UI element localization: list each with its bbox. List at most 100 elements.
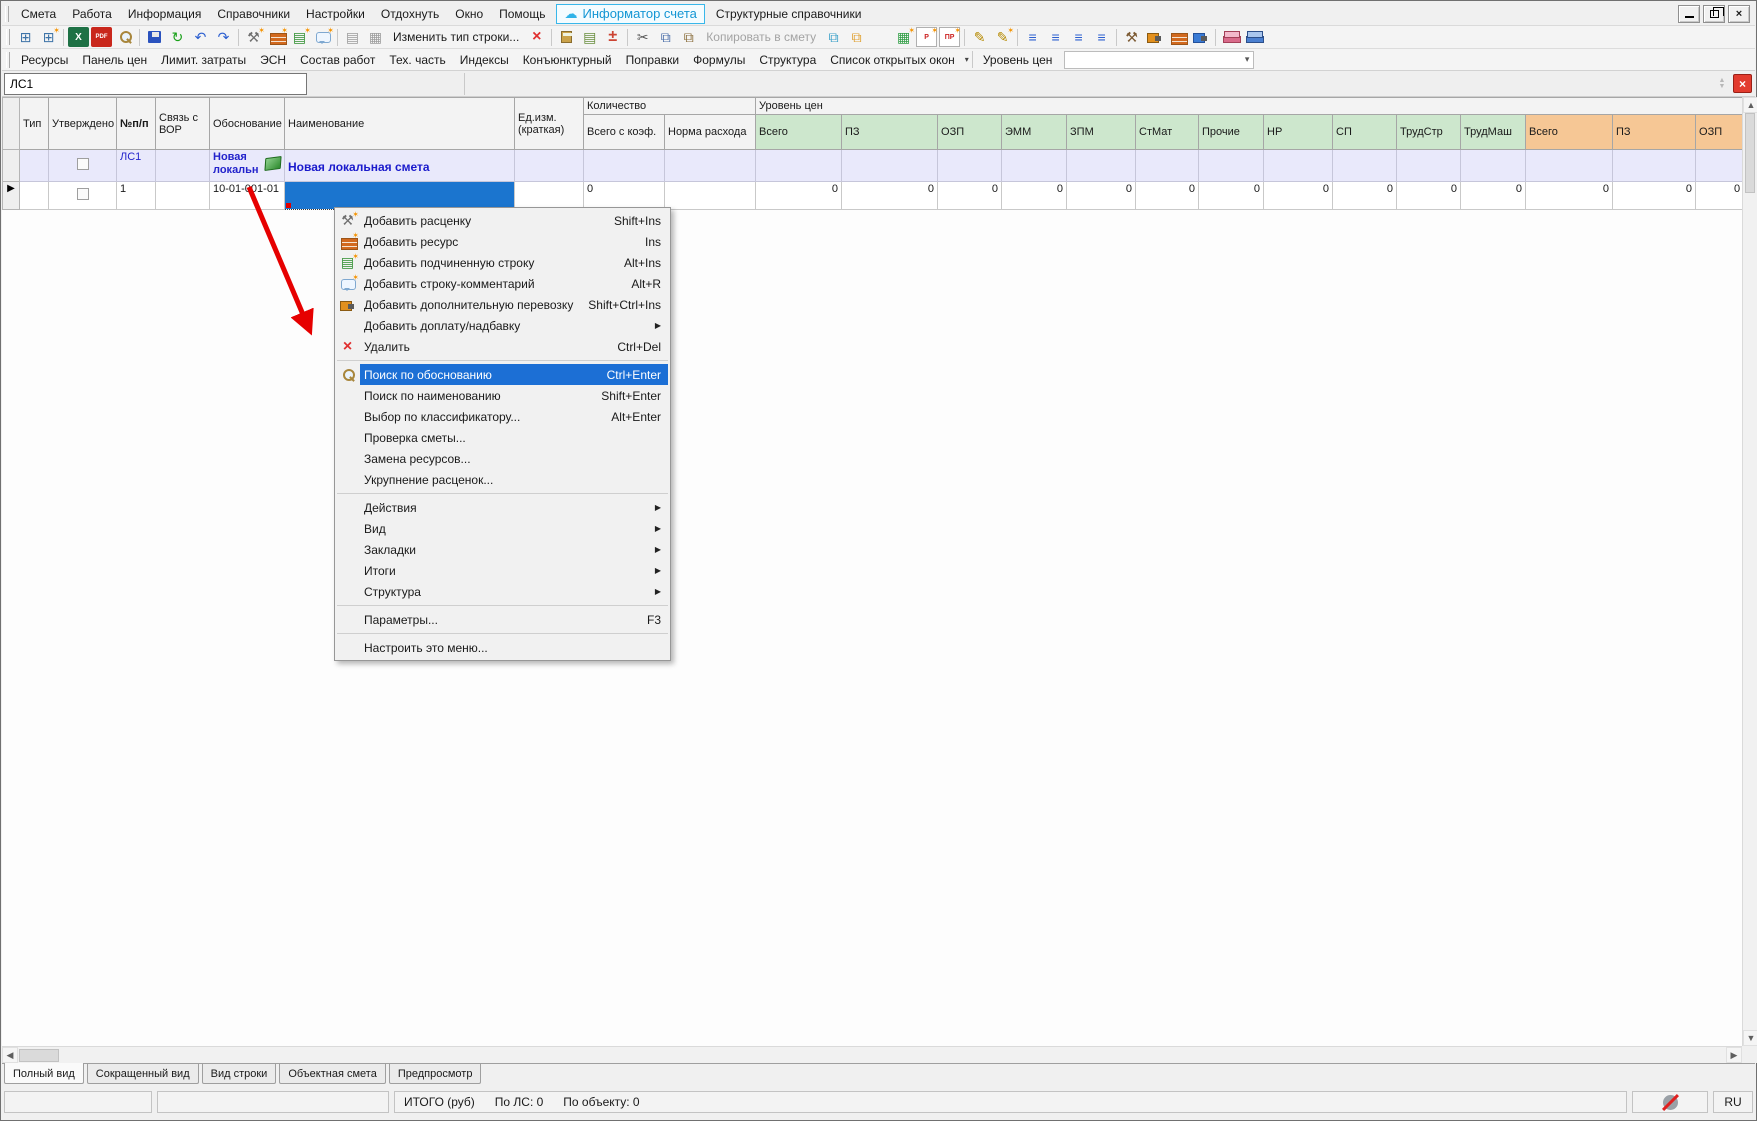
tab-2[interactable]: Вид строки [202, 1064, 277, 1084]
approved-checkbox[interactable] [77, 188, 89, 200]
cell-vor-row1[interactable] [156, 182, 210, 210]
cell-trudstr-row1[interactable]: 0 [1397, 182, 1461, 210]
menu-item-1[interactable]: Работа [64, 3, 120, 25]
cell-total2-row0[interactable] [1526, 150, 1613, 182]
edit-list-remove-icon[interactable]: ✎✶ [992, 27, 1013, 47]
cell-unit-row0[interactable] [515, 150, 584, 182]
scroll-left-icon[interactable]: ◀ [2, 1047, 18, 1063]
cell-stmat-row0[interactable] [1136, 150, 1199, 182]
cell-total-row0[interactable] [756, 150, 842, 182]
column-header-num[interactable]: №п/п [117, 98, 156, 150]
scroll-right-icon[interactable]: ▶ [1726, 1047, 1742, 1063]
param-p-icon[interactable]: P✶ [916, 27, 937, 47]
pdf-export-icon[interactable]: PDF [91, 27, 112, 47]
delete-row-icon[interactable]: × [526, 27, 547, 47]
cell-emm-row1[interactable]: 0 [1002, 182, 1067, 210]
cell-sp-row0[interactable] [1333, 150, 1397, 182]
cell-pz2-row1[interactable]: 0 [1613, 182, 1696, 210]
cell-sp-row1[interactable]: 0 [1333, 182, 1397, 210]
cell-vor-row0[interactable] [156, 150, 210, 182]
tab-0[interactable]: Полный вид [4, 1063, 84, 1084]
horizontal-scrollbar[interactable]: ◀ ▶ [2, 1046, 1742, 1063]
menubar-grip[interactable] [5, 6, 9, 22]
notebook-icon[interactable]: ▦✶ [893, 27, 914, 47]
paste-icon[interactable]: ⧉ [678, 27, 699, 47]
cell-name-row1[interactable] [285, 182, 515, 210]
menu-item-4[interactable]: Настройки [298, 3, 373, 25]
add-comment-icon[interactable]: ✶ [312, 27, 333, 47]
menu-item-5[interactable]: Отдохнуть [373, 3, 447, 25]
menu-item-12[interactable]: Укрупнение расценок... [335, 469, 670, 490]
cell-approved-row0[interactable] [49, 150, 117, 182]
minimize-icon[interactable] [1678, 5, 1700, 23]
cell-basis-row1[interactable]: 10-01-001-01 [210, 182, 285, 210]
column-header-total[interactable]: Всего [756, 115, 842, 150]
cell-tip-row0[interactable] [20, 150, 49, 182]
indent-right-icon[interactable]: ≡ [1091, 27, 1112, 47]
hscroll-thumb[interactable] [19, 1049, 59, 1062]
view-button-0[interactable]: Ресурсы [14, 50, 75, 70]
column-header-gutter[interactable] [3, 98, 20, 150]
views-toolbar-grip[interactable] [6, 52, 10, 68]
cell-emm-row0[interactable] [1002, 150, 1067, 182]
column-header-tip[interactable]: Тип [20, 98, 49, 150]
indent-left-icon[interactable]: ≡ [1068, 27, 1089, 47]
cell-nr-row1[interactable]: 0 [1264, 182, 1333, 210]
tab-3[interactable]: Объектная смета [279, 1064, 386, 1084]
cell-pz-row1[interactable]: 0 [842, 182, 938, 210]
work-icon[interactable]: ⚒ [1121, 27, 1142, 47]
param-pr-icon[interactable]: ПР✶ [939, 27, 960, 47]
menu-item-16[interactable]: Итоги▶ [335, 560, 670, 581]
column-header-sp[interactable]: СП [1333, 115, 1397, 150]
cell-pz-row0[interactable] [842, 150, 938, 182]
view-button-4[interactable]: Состав работ [293, 50, 382, 70]
copy-sheet-alt-icon[interactable]: ⧉ [846, 27, 867, 47]
menu-item-structural[interactable]: Структурные справочники [708, 3, 870, 25]
menu-item-1[interactable]: ✶Добавить ресурсIns [335, 231, 670, 252]
redo-icon[interactable]: ↷ [213, 27, 234, 47]
menu-item-15[interactable]: Закладки▶ [335, 539, 670, 560]
view-button-7[interactable]: Конъюнктурный [516, 50, 619, 70]
structure-tree-icon[interactable]: ⊞ [15, 27, 36, 47]
save-icon[interactable] [144, 27, 165, 47]
plus-minus-icon[interactable]: ± [602, 27, 623, 47]
column-header-trudstr[interactable]: ТрудСтр [1397, 115, 1461, 150]
cell-tip-row1[interactable] [20, 182, 49, 210]
group-header-quantity[interactable]: Количество [584, 98, 756, 115]
cell-zpm-row1[interactable]: 0 [1067, 182, 1136, 210]
cut-icon[interactable]: ✂ [632, 27, 653, 47]
menu-item-17[interactable]: Структура▶ [335, 581, 670, 602]
cell-name-row0[interactable]: Новая локальная смета [285, 150, 515, 182]
books-pink-icon[interactable] [1220, 27, 1241, 47]
view-button-2[interactable]: Лимит. затраты [154, 50, 253, 70]
edit-list-icon[interactable]: ✎ [969, 27, 990, 47]
menu-item-10[interactable]: Проверка сметы... [335, 427, 670, 448]
tab-1[interactable]: Сокращенный вид [87, 1064, 199, 1084]
menu-item-7[interactable]: Поиск по обоснованиюCtrl+Enter [335, 364, 670, 385]
cell-num-row0[interactable]: ЛС1 [117, 150, 156, 182]
name-box[interactable] [4, 73, 307, 95]
menu-item-2[interactable]: Информация [120, 3, 209, 25]
menu-item-3[interactable]: ✶Добавить строку-комментарийAlt+R [335, 273, 670, 294]
menu-item-19[interactable]: Настроить это меню... [335, 637, 670, 658]
vertical-scrollbar[interactable]: ▲ ▼ [1742, 97, 1757, 1046]
menu-item-8[interactable]: Поиск по наименованиюShift+Enter [335, 385, 670, 406]
excel-export-icon[interactable]: X [68, 27, 89, 47]
cell-basis-row0[interactable]: Новая локальн [210, 150, 285, 182]
menu-item-14[interactable]: Вид▶ [335, 518, 670, 539]
vscroll-thumb[interactable] [1745, 113, 1755, 193]
column-header-ozp2[interactable]: ОЗП [1696, 115, 1743, 150]
cell-total2-row1[interactable]: 0 [1526, 182, 1613, 210]
approved-checkbox[interactable] [77, 158, 89, 170]
menu-item-4[interactable]: Добавить дополнительную перевозкуShift+C… [335, 294, 670, 315]
undo-icon[interactable]: ↶ [190, 27, 211, 47]
cell-qty_coef-row0[interactable] [584, 150, 665, 182]
copy-icon[interactable]: ⧉ [655, 27, 676, 47]
add-rate-icon[interactable]: ⚒✶ [243, 27, 264, 47]
scroll-up-icon[interactable]: ▲ [1743, 97, 1757, 113]
menu-item-13[interactable]: Действия▶ [335, 497, 670, 518]
language-indicator[interactable]: RU [1713, 1091, 1753, 1113]
scroll-down-icon[interactable]: ▼ [1743, 1030, 1757, 1046]
doc-plusminus-icon[interactable]: ▤ [579, 27, 600, 47]
column-header-vor[interactable]: Связь с ВОР [156, 98, 210, 150]
